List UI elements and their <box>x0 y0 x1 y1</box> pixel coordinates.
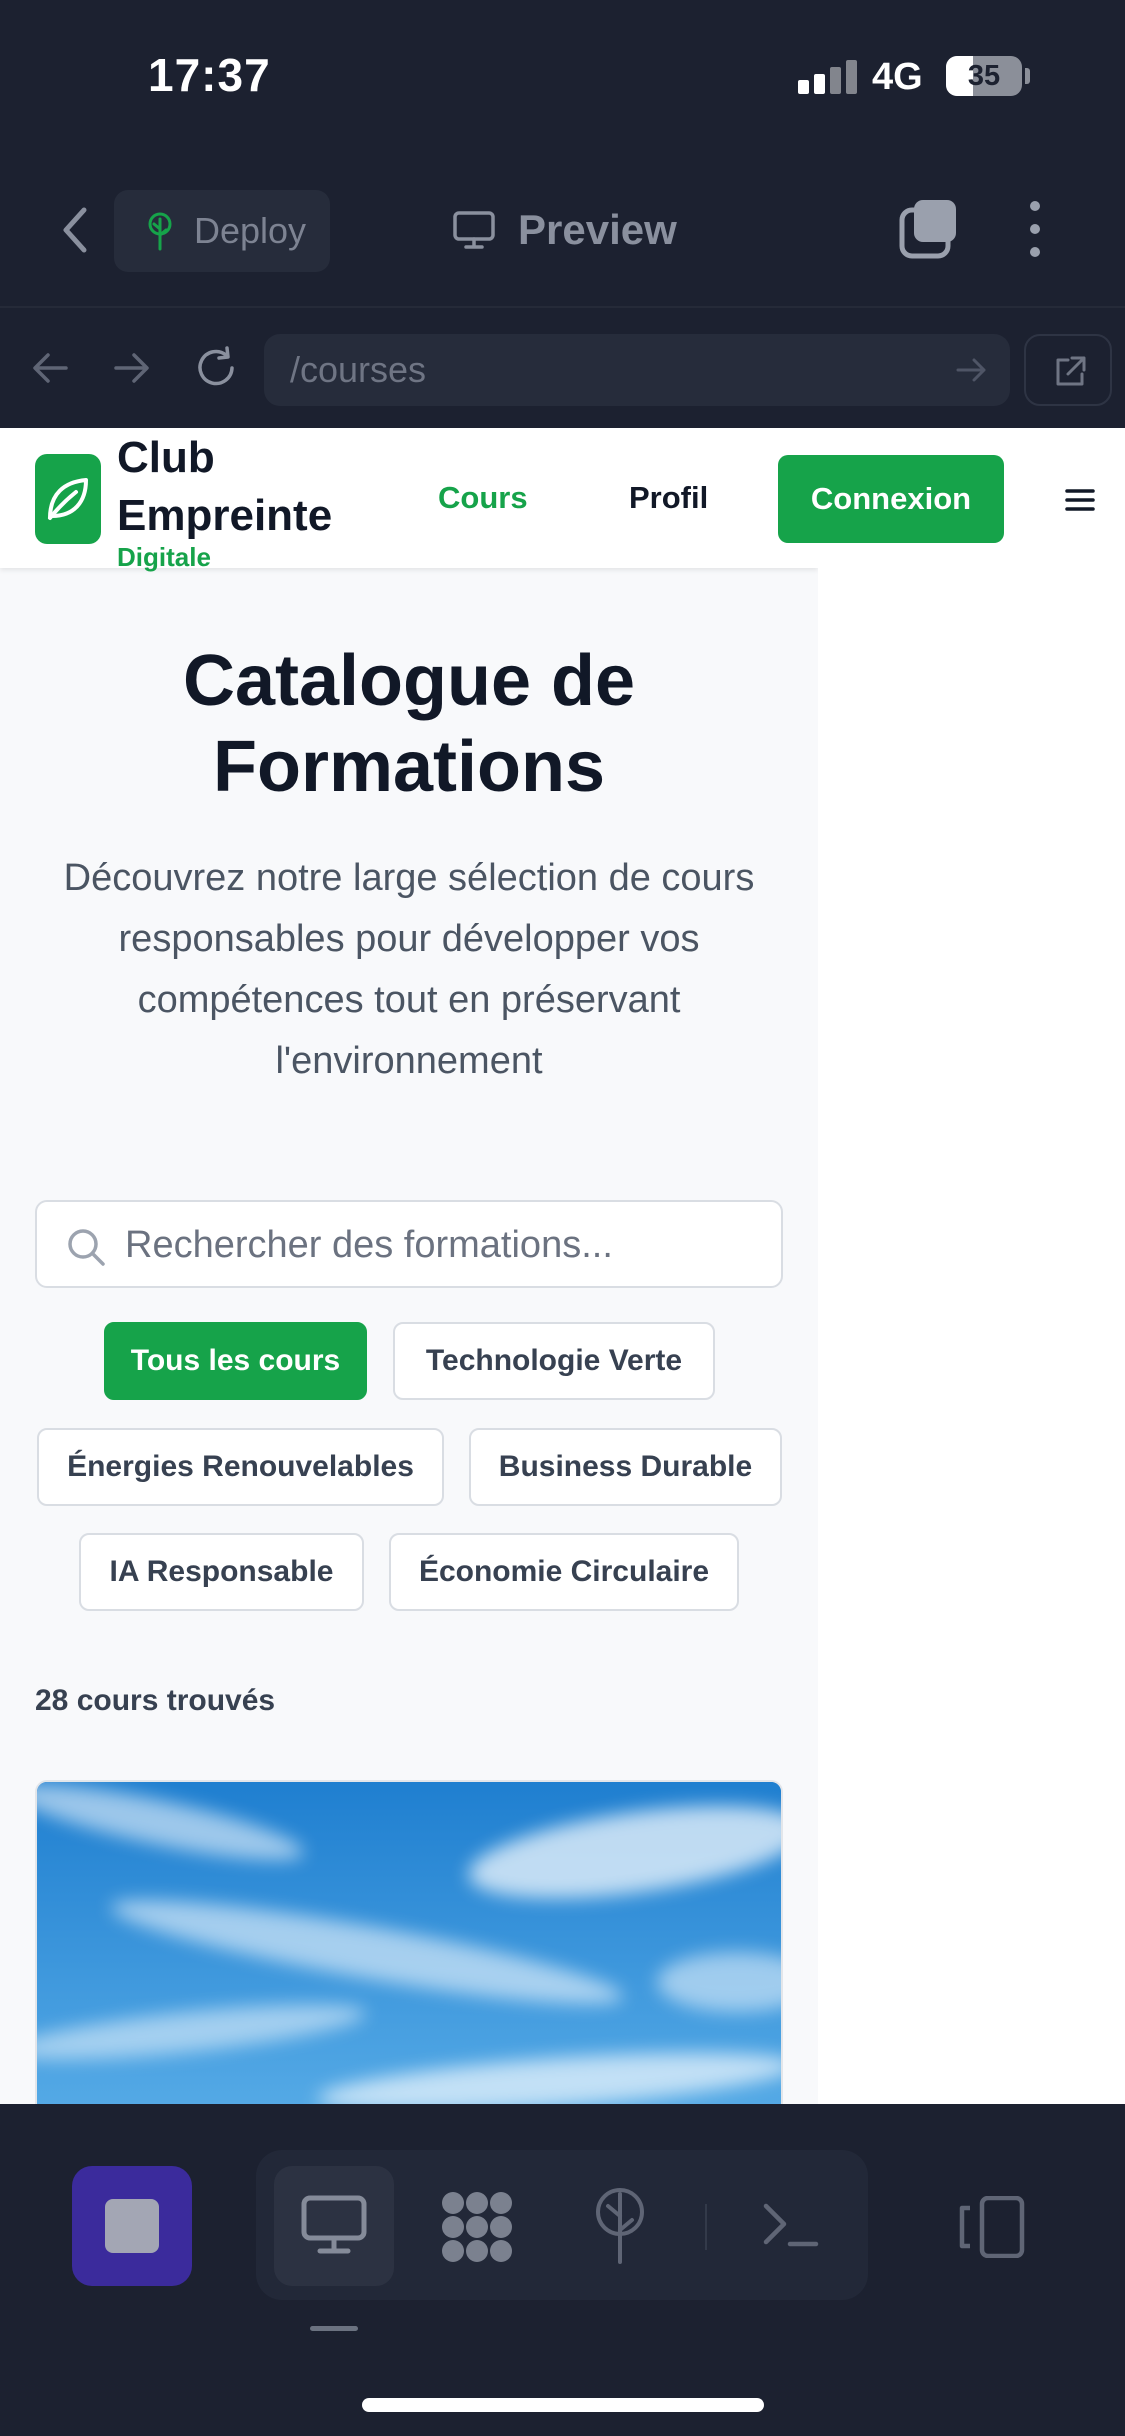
leaf-icon <box>48 478 88 520</box>
url-input[interactable]: /courses <box>264 334 1010 406</box>
results-count: 28 cours trouvés <box>35 1684 276 1717</box>
terminal-icon[interactable] <box>762 2200 820 2250</box>
filter-chip-circular[interactable]: Économie Circulaire <box>389 1533 739 1611</box>
preview-tab[interactable]: Preview <box>452 200 677 260</box>
go-arrow-icon[interactable] <box>954 352 990 388</box>
brand-tagline: Digitale <box>117 542 211 572</box>
external-link-icon <box>1056 356 1086 386</box>
deploy-button[interactable]: Deploy <box>114 190 330 272</box>
monitor-icon <box>453 211 495 249</box>
browser-bar: /courses <box>0 306 1125 428</box>
nav-link-courses[interactable]: Cours <box>438 480 528 516</box>
page-description: Découvrez notre large sélection de cours… <box>63 857 755 1082</box>
brand-name-line1: Club <box>117 433 215 482</box>
filter-chip-renewables[interactable]: Énergies Renouvelables <box>37 1428 444 1506</box>
status-bar: 17:37 4G 35 <box>0 0 1125 154</box>
stop-icon <box>105 2199 159 2253</box>
page-title-line1: Catalogue de <box>182 641 636 721</box>
filter-chip-green-tech[interactable]: Technologie Verte <box>393 1322 715 1400</box>
preview-mode-button[interactable] <box>274 2166 394 2286</box>
chevron-left-icon[interactable] <box>56 204 96 256</box>
course-card[interactable] <box>35 1780 783 2104</box>
monitor-icon <box>301 2195 367 2254</box>
battery-percent: 35 <box>967 60 1001 92</box>
toolbar-separator <box>705 2204 707 2250</box>
nav-link-profile[interactable]: Profil <box>629 480 708 516</box>
network-type: 4G <box>872 56 923 98</box>
arrow-right-icon[interactable] <box>110 346 154 390</box>
search-icon <box>68 1229 105 1266</box>
page-title-line2: Formations <box>212 727 606 807</box>
arrow-left-icon[interactable] <box>28 346 72 390</box>
web-preview: Club Empreinte Digitale Catalogue de For… <box>0 428 1125 2104</box>
filter-chip-business[interactable]: Business Durable <box>469 1428 782 1506</box>
courses-page: Club Empreinte Digitale Catalogue de For… <box>0 428 818 2104</box>
search-placeholder: Rechercher des formations... <box>125 1224 613 1266</box>
search-input[interactable]: Rechercher des formations... <box>35 1200 783 1288</box>
status-time: 17:37 <box>148 49 271 101</box>
home-indicator-area <box>0 2344 1125 2436</box>
menu-icon[interactable] <box>1065 488 1095 512</box>
tree-icon <box>148 212 172 251</box>
stop-button[interactable] <box>72 2166 192 2286</box>
open-external-button[interactable] <box>1024 334 1112 406</box>
filter-chip-ai[interactable]: IA Responsable <box>79 1533 364 1611</box>
battery-icon: 35 <box>946 56 1022 96</box>
reload-icon[interactable] <box>194 346 238 390</box>
apps-grid-icon[interactable] <box>440 2190 514 2264</box>
home-indicator[interactable] <box>362 2398 764 2412</box>
url-path: /courses <box>290 349 427 390</box>
preview-label: Preview <box>518 206 677 253</box>
page-title: Catalogue de Formations <box>0 638 818 810</box>
copy-icon[interactable] <box>898 198 960 260</box>
app-bar: Deploy Preview <box>0 154 1125 306</box>
site-logo[interactable] <box>35 454 101 544</box>
deploy-tree-icon[interactable] <box>592 2186 648 2266</box>
filter-chip-all[interactable]: Tous les cours <box>104 1322 367 1400</box>
signal-icon <box>798 60 858 94</box>
course-card-image <box>37 1782 781 2104</box>
drag-handle[interactable] <box>310 2326 358 2331</box>
brand-name-line2: Empreinte <box>117 491 333 540</box>
deploy-label: Deploy <box>194 210 307 251</box>
more-vertical-icon[interactable] <box>1020 198 1050 260</box>
device-toggle-icon[interactable] <box>958 2196 1028 2258</box>
login-button[interactable]: Connexion <box>778 455 1004 543</box>
bottom-toolbar <box>0 2104 1125 2344</box>
battery-tip <box>1025 68 1030 84</box>
